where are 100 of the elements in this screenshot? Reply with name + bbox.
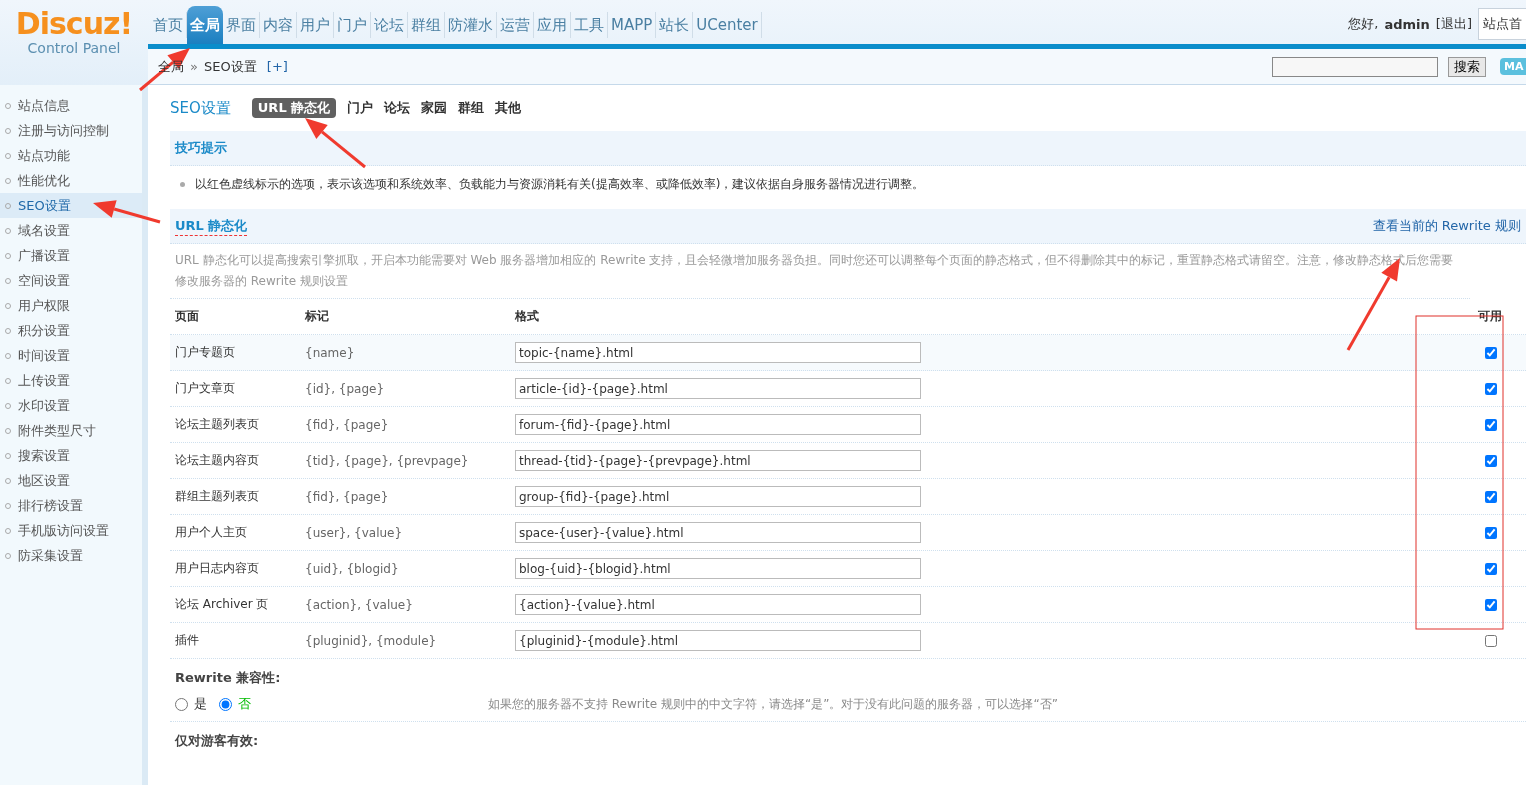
sidebar-item[interactable]: 用户权限	[0, 293, 142, 318]
enabled-checkbox[interactable]	[1485, 454, 1497, 467]
sub-tab[interactable]: URL 静态化	[251, 98, 337, 118]
sidebar-item[interactable]: 时间设置	[0, 343, 142, 368]
table-cell-text: 论坛主题内容页	[175, 452, 260, 469]
sidebar-item[interactable]: 积分设置	[0, 318, 142, 343]
sidebar-item[interactable]: 排行榜设置	[0, 493, 142, 518]
table-cell-text: {uid}, {blogid}	[305, 561, 400, 576]
nav-tab[interactable]: 内容	[260, 12, 297, 38]
table-cell-text: 论坛 Archiver 页	[175, 596, 270, 613]
sidebar-item[interactable]: 地区设置	[0, 468, 142, 493]
column-header: 标记	[305, 308, 330, 325]
table-cell-text: 群组主题列表页	[175, 488, 260, 505]
guest-only-title: 仅对游客有效:	[173, 732, 260, 750]
table-cell-text: 论坛主题列表页	[175, 416, 260, 433]
sub-tab[interactable]: 家园	[421, 98, 448, 118]
table-cell-text: {action}, {value}	[305, 597, 414, 612]
sidebar-item[interactable]: SEO设置	[0, 193, 142, 218]
table-cell-text: 门户文章页	[175, 380, 236, 397]
breadcrumb-current: SEO设置	[203, 57, 257, 76]
tips-title: 技巧提示	[175, 139, 227, 157]
table-cell-text: 插件	[175, 632, 200, 649]
format-field[interactable]: topic-{name}.html	[515, 342, 921, 363]
nav-tab[interactable]: MAPP	[608, 12, 657, 38]
enabled-checkbox[interactable]	[1485, 382, 1497, 395]
sidebar-item[interactable]: 广播设置	[0, 243, 142, 268]
sidebar-item[interactable]: 附件类型尺寸	[0, 418, 142, 443]
column-header: 格式	[515, 308, 540, 325]
enabled-checkbox[interactable]	[1485, 526, 1497, 539]
format-field[interactable]: article-{id}-{page}.html	[515, 378, 921, 399]
format-field[interactable]: group-{fid}-{page}.html	[515, 486, 921, 507]
logo-title: Discuz!	[15, 8, 133, 40]
format-field[interactable]: space-{user}-{value}.html	[515, 522, 921, 543]
sub-tab[interactable]: 门户	[347, 98, 374, 118]
compat-title: Rewrite 兼容性:	[174, 669, 282, 687]
format-field[interactable]: {action}-{value}.html	[515, 594, 921, 615]
format-field[interactable]: blog-{uid}-{blogid}.html	[515, 558, 921, 579]
format-field[interactable]: {pluginid}-{module}.html	[515, 630, 921, 651]
radio-option[interactable]: 是	[175, 695, 207, 713]
table-cell-text: {fid}, {page}	[305, 489, 390, 504]
enabled-checkbox[interactable]	[1485, 418, 1497, 431]
nav-tab[interactable]: 站长	[656, 12, 694, 38]
nav-tab[interactable]: 界面	[223, 12, 260, 38]
sidebar-item[interactable]: 水印设置	[0, 393, 142, 418]
annotation-arrow	[93, 200, 161, 224]
column-header: 可用	[1477, 308, 1503, 325]
nav-tab[interactable]: 用户	[297, 12, 334, 38]
table-cell-text: 用户个人主页	[175, 524, 248, 541]
nav-tab[interactable]: 门户	[334, 12, 371, 38]
sub-tab[interactable]: 其他	[495, 98, 522, 118]
logo-subtitle: Control Panel	[27, 40, 121, 56]
nav-tab[interactable]: UCenter	[693, 12, 762, 38]
sidebar-item[interactable]: 站点信息	[0, 93, 142, 118]
enabled-checkbox[interactable]	[1485, 598, 1497, 611]
greeting: 您好,	[1348, 15, 1379, 33]
sidebar-item[interactable]: 性能优化	[0, 168, 142, 193]
sidebar-item[interactable]: 手机版访问设置	[0, 518, 142, 543]
annotation-arrow	[305, 118, 366, 169]
sidebar-item[interactable]: 域名设置	[0, 218, 142, 243]
nav-tab[interactable]: 防灌水	[445, 12, 497, 38]
format-field[interactable]: thread-{tid}-{page}-{prevpage}.html	[515, 450, 921, 471]
format-field[interactable]: forum-{fid}-{page}.html	[515, 414, 921, 435]
sidebar-item[interactable]: 防采集设置	[0, 543, 142, 568]
sidebar-item[interactable]: 搜索设置	[0, 443, 142, 468]
nav-tab[interactable]: 工具	[571, 12, 608, 38]
rewrite-rules-link[interactable]: 查看当前的 Rewrite 规则	[1372, 217, 1521, 235]
table-cell-text: 用户日志内容页	[175, 560, 260, 577]
add-shortcut-link[interactable]: [+]	[262, 59, 288, 74]
table-cell-text: {pluginid}, {module}	[305, 633, 438, 648]
nav-tab[interactable]: 论坛	[371, 12, 408, 38]
enabled-checkbox[interactable]	[1485, 562, 1497, 575]
enabled-checkbox[interactable]	[1485, 346, 1497, 359]
sidebar-item[interactable]: 站点功能	[0, 143, 142, 168]
sub-tab[interactable]: 论坛	[384, 98, 411, 118]
nav-tab[interactable]: 群组	[408, 12, 445, 38]
table-cell-text: {fid}, {page}	[305, 417, 390, 432]
logout-link[interactable]: [退出]	[1435, 15, 1472, 33]
column-header: 页面	[175, 308, 200, 325]
table-cell-text: {user}, {value}	[305, 525, 404, 540]
sidebar-item[interactable]: 空间设置	[0, 268, 142, 293]
sub-tab[interactable]: 群组	[458, 98, 485, 118]
sidebar-item[interactable]: 上传设置	[0, 368, 142, 393]
enabled-checkbox[interactable]	[1485, 490, 1497, 503]
nav-tab[interactable]: 全局	[187, 6, 223, 44]
section-title: URL 静态化	[175, 216, 248, 236]
table-cell-text: {id}, {page}	[305, 381, 386, 396]
sidebar-item[interactable]: 注册与访问控制	[0, 118, 142, 143]
radio-button[interactable]	[175, 697, 188, 711]
enabled-checkbox[interactable]	[1485, 634, 1497, 647]
table-cell-text: 门户专题页	[175, 344, 236, 361]
breadcrumb-separator: »	[190, 59, 198, 74]
table-cell-text: {name}	[305, 345, 356, 360]
nav-tab[interactable]: 应用	[534, 12, 571, 38]
nav-tab[interactable]: 运营	[497, 12, 534, 38]
search-field[interactable]	[1272, 56, 1438, 77]
site-home-button[interactable]: 站点首	[1478, 8, 1526, 40]
radio-button[interactable]	[219, 697, 232, 711]
page-title: SEO设置	[170, 98, 231, 118]
search-button[interactable]: 搜索	[1448, 56, 1486, 77]
tip-text: 以红色虚线标示的选项，表示该选项和系统效率、负载能力与资源消耗有关(提高效率、或降低效率)，建议依据自身服务器情况进行调整。	[195, 175, 925, 193]
